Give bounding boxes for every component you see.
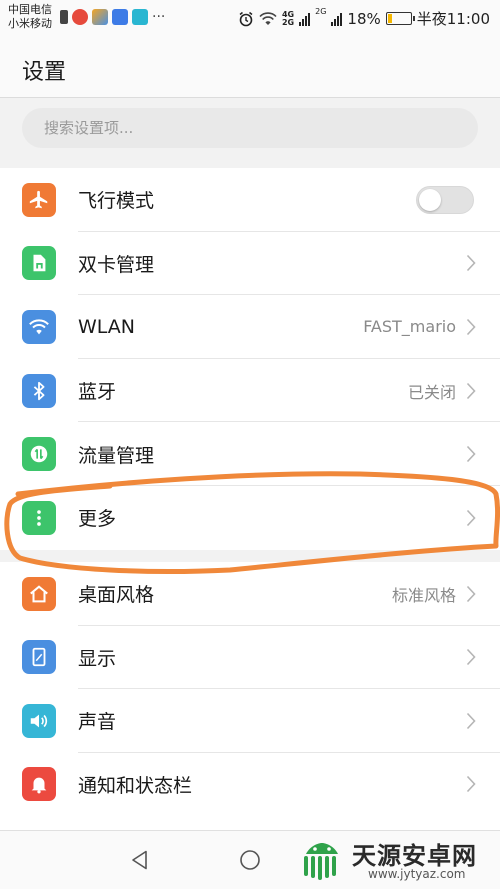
settings-item-label: 声音 <box>78 711 117 734</box>
settings-item-label: 显示 <box>78 647 117 670</box>
wifi-status-icon <box>259 11 277 25</box>
wifi-icon <box>22 309 56 344</box>
chevron-right-icon <box>466 776 476 793</box>
network-type-2: 2G <box>281 17 295 27</box>
settings-item-more[interactable]: 更多 <box>0 486 500 550</box>
settings-item-label: 蓝牙 <box>78 381 117 404</box>
chevron-right-icon <box>466 712 476 729</box>
settings-item-home-style[interactable]: 桌面风格 标准风格 <box>0 562 500 626</box>
clock: 半夜11:00 <box>416 10 490 28</box>
network-type-label: 4G 2G <box>281 10 295 27</box>
settings-item-value: 标准风格 <box>391 585 456 605</box>
airplane-icon <box>22 182 56 217</box>
carrier-1: 中国电信 <box>8 3 52 16</box>
page-title: 设置 <box>22 60 67 85</box>
nav-home-icon[interactable] <box>238 848 262 872</box>
title-bar: 设置 <box>0 36 500 98</box>
more-dots-icon <box>22 500 56 535</box>
settings-item-label: 流量管理 <box>78 444 155 467</box>
search-bar[interactable] <box>22 108 478 148</box>
nav-back-icon[interactable] <box>128 848 152 872</box>
settings-item-dual-sim[interactable]: 双卡管理 <box>0 232 500 296</box>
watermark: 天源安卓网 www.jytyaz.com <box>298 834 494 886</box>
signal-2-icon <box>331 12 343 26</box>
android-logo-icon <box>304 843 338 880</box>
battery-fill <box>387 14 392 23</box>
phone-notification-icon <box>60 10 68 24</box>
watermark-url: www.jytyaz.com <box>368 867 466 881</box>
battery-icon <box>385 12 415 25</box>
chevron-right-icon <box>466 585 476 602</box>
settings-item-data-usage[interactable]: 流量管理 <box>0 422 500 486</box>
network-type-3: 2G <box>315 7 327 16</box>
settings-item-wlan[interactable]: WLAN FAST_mario <box>0 295 500 359</box>
settings-item-label: 更多 <box>78 508 117 531</box>
settings-item-bluetooth[interactable]: 蓝牙 已关闭 <box>0 359 500 423</box>
bell-icon <box>22 767 56 802</box>
chevron-right-icon <box>466 318 476 336</box>
status-indicators: 4G 2G 2G 18% 半夜11:00 <box>238 8 490 29</box>
chevron-right-icon <box>466 255 476 272</box>
settings-item-label: WLAN <box>78 315 136 338</box>
weibo-icon <box>72 9 88 25</box>
sim-card-icon <box>22 246 56 281</box>
settings-item-label: 飞行模式 <box>78 190 155 213</box>
settings-item-label: 通知和状态栏 <box>78 774 193 797</box>
settings-item-value: FAST_mario <box>363 317 456 337</box>
settings-group-connectivity: 飞行模式 双卡管理 WLAN FAST_mario 蓝牙 已关闭 流量管理 更多 <box>0 168 500 550</box>
chevron-right-icon <box>466 446 476 463</box>
settings-item-label: 双卡管理 <box>78 253 155 276</box>
notification-icons: ··· <box>60 9 165 25</box>
airplane-mode-toggle[interactable] <box>416 185 474 214</box>
settings-item-notifications[interactable]: 通知和状态栏 <box>0 753 500 817</box>
chevron-right-icon <box>466 382 476 399</box>
browser-icon <box>132 9 148 25</box>
speaker-icon <box>22 703 56 738</box>
settings-item-label: 桌面风格 <box>78 584 155 607</box>
data-usage-icon <box>22 437 56 472</box>
app-notification-icon <box>92 9 108 25</box>
bluetooth-icon <box>22 373 56 408</box>
search-input[interactable] <box>44 119 444 137</box>
settings-item-display[interactable]: 显示 <box>0 626 500 689</box>
status-bar: 中国电信 小米移动 ··· 4G 2G 2G 18% 半夜11:00 <box>0 0 500 36</box>
carrier-2: 小米移动 <box>8 17 52 30</box>
settings-item-value: 已关闭 <box>407 382 456 402</box>
settings-item-airplane-mode[interactable]: 飞行模式 <box>0 168 500 232</box>
tieba-icon <box>112 9 128 25</box>
chevron-right-icon <box>466 509 476 526</box>
more-notifications-icon: ··· <box>152 9 166 25</box>
settings-item-sound[interactable]: 声音 <box>0 689 500 753</box>
alarm-icon <box>239 11 253 26</box>
chevron-right-icon <box>466 649 476 666</box>
display-icon <box>22 640 56 675</box>
battery-percent: 18% <box>347 9 381 28</box>
watermark-name: 天源安卓网 <box>352 842 477 870</box>
settings-group-device: 桌面风格 标准风格 显示 声音 通知和状态栏 <box>0 562 500 830</box>
home-style-icon <box>22 576 56 611</box>
signal-1-icon <box>299 12 311 26</box>
carrier-names: 中国电信 小米移动 <box>8 3 52 31</box>
